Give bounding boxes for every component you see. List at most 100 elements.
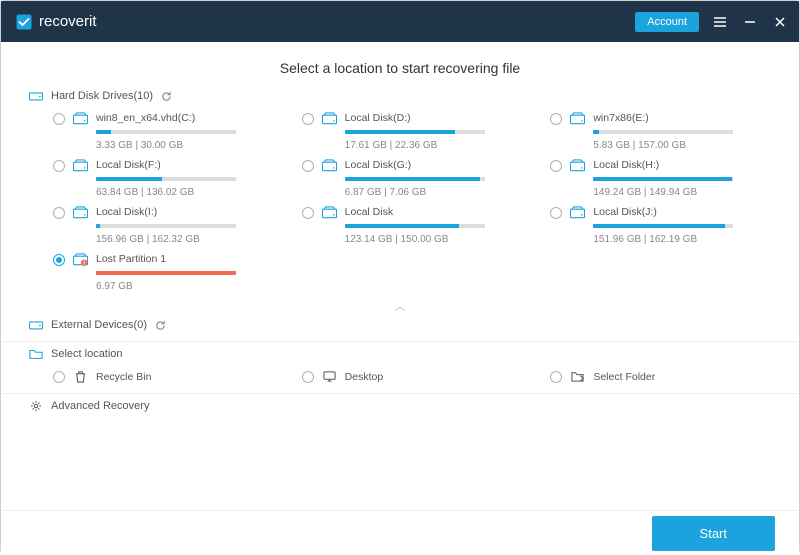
drive-item[interactable]: Local Disk 123.14 GB | 150.00 GB (302, 206, 523, 245)
page-title: Select a location to start recovering fi… (29, 60, 771, 76)
drive-radio[interactable] (302, 113, 314, 125)
drive-name: win8_en_x64.vhd(C:) (96, 112, 274, 124)
usage-bar (345, 177, 485, 181)
external-label: External Devices(0) (51, 319, 147, 331)
drive-size: 6.87 GB | 7.06 GB (345, 187, 523, 198)
refresh-icon[interactable] (161, 91, 172, 102)
drive-size: 123.14 GB | 150.00 GB (345, 234, 523, 245)
close-icon[interactable] (773, 15, 787, 29)
drive-name: Local Disk(H:) (593, 159, 771, 171)
disk-icon (322, 206, 337, 219)
usage-bar (345, 130, 485, 134)
drive-info: Local Disk(F:) 63.84 GB | 136.02 GB (96, 159, 274, 198)
drive-item[interactable]: Local Disk(J:) 151.96 GB | 162.19 GB (550, 206, 771, 245)
drive-radio[interactable] (302, 160, 314, 172)
disk-icon (322, 159, 337, 172)
select-location-item[interactable]: Select Folder (550, 370, 771, 383)
select-folder-icon (570, 370, 585, 383)
usage-bar (593, 224, 733, 228)
desktop-icon (322, 370, 337, 383)
location-label: Select Folder (593, 371, 655, 383)
advanced-recovery-header[interactable]: Advanced Recovery (29, 400, 771, 412)
external-hdd-icon (29, 319, 43, 331)
minimize-icon[interactable] (743, 15, 757, 29)
location-label: Recycle Bin (96, 371, 151, 383)
drive-radio[interactable] (53, 160, 65, 172)
hard-disk-section-header: Hard Disk Drives(10) (29, 90, 771, 102)
collapse-toggle[interactable]: ︿ (29, 298, 771, 313)
disk-icon (570, 112, 585, 125)
drive-radio[interactable] (53, 254, 65, 266)
location-radio[interactable] (302, 371, 314, 383)
folder-icon (29, 348, 43, 360)
brand-text: recoverit (39, 13, 97, 30)
drive-radio[interactable] (302, 207, 314, 219)
advanced-label: Advanced Recovery (51, 400, 149, 412)
usage-bar (96, 177, 236, 181)
drive-radio[interactable] (550, 207, 562, 219)
disk-icon (73, 159, 88, 172)
drive-radio[interactable] (550, 160, 562, 172)
select-location-label: Select location (51, 348, 123, 360)
logo-icon (15, 13, 33, 31)
location-label: Desktop (345, 371, 384, 383)
drive-info: Lost Partition 16.97 GB (96, 253, 274, 292)
drive-radio[interactable] (53, 113, 65, 125)
drive-name: Local Disk(J:) (593, 206, 771, 218)
drive-info: Local Disk(I:) 156.96 GB | 162.32 GB (96, 206, 274, 245)
lost-disk-icon (73, 253, 88, 266)
drive-info: Local Disk(J:) 151.96 GB | 162.19 GB (593, 206, 771, 245)
drive-item[interactable]: Lost Partition 16.97 GB (53, 253, 274, 292)
disk-icon (322, 112, 337, 125)
drive-size: 156.96 GB | 162.32 GB (96, 234, 274, 245)
app-logo: recoverit (15, 13, 97, 31)
usage-bar (345, 224, 485, 228)
location-radio[interactable] (550, 371, 562, 383)
disk-icon (570, 206, 585, 219)
drive-size: 63.84 GB | 136.02 GB (96, 187, 274, 198)
recycle-bin-icon (73, 370, 88, 383)
titlebar: recoverit Account (1, 1, 799, 42)
account-button[interactable]: Account (635, 12, 699, 32)
disk-icon (570, 159, 585, 172)
main-content: Select a location to start recovering fi… (1, 42, 799, 510)
usage-bar (96, 224, 236, 228)
drive-info: Local Disk 123.14 GB | 150.00 GB (345, 206, 523, 245)
refresh-icon[interactable] (155, 320, 166, 331)
drive-info: Local Disk(D:)17.61 GB | 22.36 GB (345, 112, 523, 151)
drive-name: Local Disk(I:) (96, 206, 274, 218)
select-location-item[interactable]: Desktop (302, 370, 523, 383)
drive-info: Local Disk(G:) 6.87 GB | 7.06 GB (345, 159, 523, 198)
drive-size: 3.33 GB | 30.00 GB (96, 140, 274, 151)
drive-size: 151.96 GB | 162.19 GB (593, 234, 771, 245)
drive-size: 6.97 GB (96, 281, 274, 292)
usage-bar (96, 130, 236, 134)
drive-item[interactable]: Local Disk(I:) 156.96 GB | 162.32 GB (53, 206, 274, 245)
drive-item[interactable]: Local Disk(H:) 149.24 GB | 149.94 GB (550, 159, 771, 198)
drive-info: win7x86(E:)5.83 GB | 157.00 GB (593, 112, 771, 151)
drive-size: 149.24 GB | 149.94 GB (593, 187, 771, 198)
location-radio[interactable] (53, 371, 65, 383)
disk-icon (73, 112, 88, 125)
drive-radio[interactable] (550, 113, 562, 125)
divider (1, 393, 799, 394)
drive-item[interactable]: win7x86(E:)5.83 GB | 157.00 GB (550, 112, 771, 151)
footer: Start (1, 510, 799, 555)
select-location-header: Select location (29, 348, 771, 360)
drive-item[interactable]: win8_en_x64.vhd(C:) 3.33 GB | 30.00 GB (53, 112, 274, 151)
disk-icon (73, 206, 88, 219)
drive-info: win8_en_x64.vhd(C:) 3.33 GB | 30.00 GB (96, 112, 274, 151)
drive-name: Local Disk (345, 206, 523, 218)
drive-item[interactable]: Local Disk(G:) 6.87 GB | 7.06 GB (302, 159, 523, 198)
gear-icon (29, 400, 43, 412)
drive-name: Local Disk(G:) (345, 159, 523, 171)
drive-radio[interactable] (53, 207, 65, 219)
usage-bar (593, 177, 733, 181)
drive-item[interactable]: Local Disk(F:) 63.84 GB | 136.02 GB (53, 159, 274, 198)
menu-icon[interactable] (713, 15, 727, 29)
start-button[interactable]: Start (652, 516, 775, 551)
drive-item[interactable]: Local Disk(D:)17.61 GB | 22.36 GB (302, 112, 523, 151)
select-location-item[interactable]: Recycle Bin (53, 370, 274, 383)
drive-name: Local Disk(F:) (96, 159, 274, 171)
usage-bar (593, 130, 733, 134)
